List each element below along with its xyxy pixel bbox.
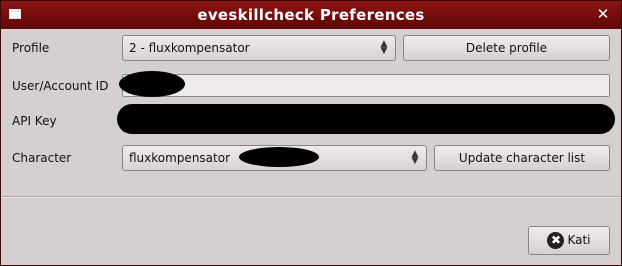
window-title: eveskillcheck Preferences (197, 6, 425, 24)
redaction-mark (119, 71, 185, 97)
profile-label: Profile (12, 41, 50, 55)
update-character-list-button[interactable]: Update character list (434, 145, 610, 171)
profile-select[interactable]: 2 - fluxkompensator ▲ ▼ (122, 35, 396, 61)
redaction-mark (239, 147, 319, 167)
api-key-label: API Key (12, 114, 57, 128)
up-down-arrows-icon: ▲ ▼ (380, 39, 388, 56)
separator (1, 196, 621, 198)
close-button[interactable]: ✖ Kati (528, 226, 610, 255)
user-id-field[interactable] (122, 74, 610, 97)
user-id-label: User/Account ID (12, 79, 109, 93)
close-button-label: Kati (567, 233, 591, 247)
profile-select-value: 2 - fluxkompensator (129, 41, 250, 55)
redaction-mark (117, 104, 615, 134)
window-close-icon[interactable]: ✕ (595, 6, 611, 22)
character-select-value: fluxkompensator (129, 151, 231, 165)
up-down-arrows-icon: ▲ ▼ (411, 149, 419, 166)
character-label: Character (12, 151, 72, 165)
preferences-dialog: eveskillcheck Preferences ✕ Profile 2 - … (0, 0, 622, 266)
close-circle-icon: ✖ (547, 232, 565, 249)
title-bar[interactable]: eveskillcheck Preferences ✕ (1, 1, 621, 29)
delete-profile-button[interactable]: Delete profile (403, 35, 610, 61)
